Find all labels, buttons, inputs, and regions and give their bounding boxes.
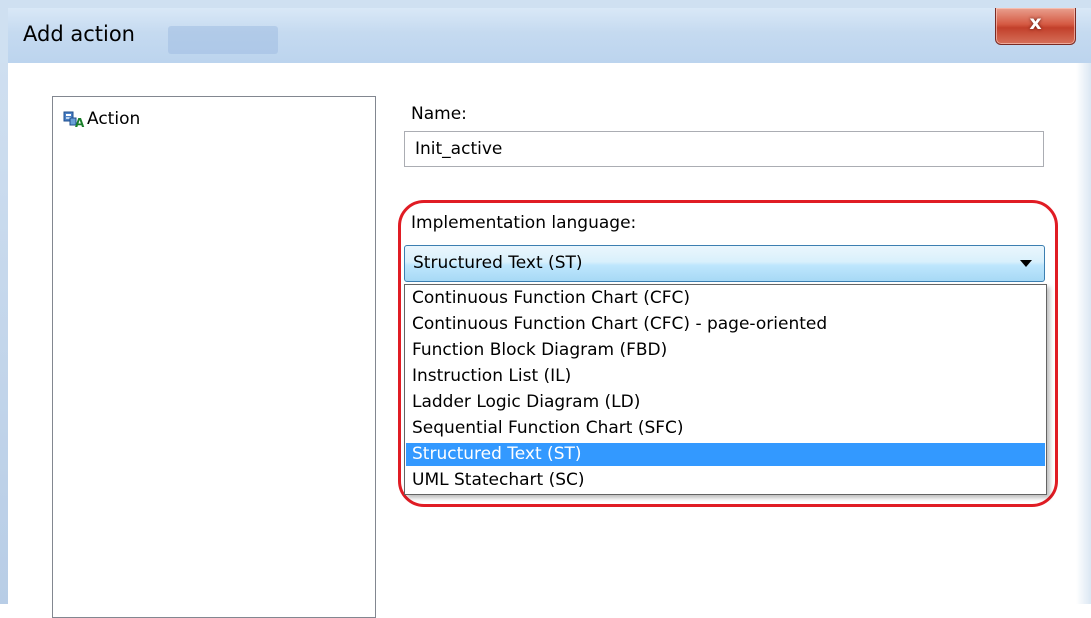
option-uml-sc[interactable]: UML Statechart (SC) <box>406 469 1045 492</box>
title-glow <box>168 26 278 54</box>
option-cfc[interactable]: Continuous Function Chart (CFC) <box>406 287 1045 310</box>
action-icon: A <box>63 111 85 129</box>
window-border <box>0 63 8 604</box>
option-st[interactable]: Structured Text (ST) <box>406 443 1045 466</box>
window-title: Add action <box>23 22 135 46</box>
action-tree[interactable]: A Action <box>52 96 376 618</box>
name-label: Name: <box>411 104 467 124</box>
language-dropdown-list: Continuous Function Chart (CFC) Continuo… <box>404 284 1047 495</box>
option-il[interactable]: Instruction List (IL) <box>406 365 1045 388</box>
window-edge <box>1076 63 1091 604</box>
option-ld[interactable]: Ladder Logic Diagram (LD) <box>406 391 1045 414</box>
svg-text:A: A <box>75 116 85 129</box>
selected-language: Structured Text (ST) <box>413 253 583 273</box>
close-icon: x <box>1029 12 1042 34</box>
option-sfc[interactable]: Sequential Function Chart (SFC) <box>406 417 1045 440</box>
implementation-language-select[interactable]: Structured Text (ST) <box>404 245 1045 282</box>
close-button[interactable]: x <box>995 8 1076 45</box>
dropdown-arrow-icon[interactable] <box>1020 260 1032 267</box>
title-bar: Add action x <box>8 8 1091 63</box>
implementation-language-label: Implementation language: <box>411 213 637 233</box>
option-cfc-page-oriented[interactable]: Continuous Function Chart (CFC) - page-o… <box>406 313 1045 336</box>
name-input[interactable]: Init_active <box>404 131 1044 167</box>
tree-item-action[interactable]: A Action <box>63 107 140 131</box>
tree-item-label: Action <box>87 109 141 129</box>
option-fbd[interactable]: Function Block Diagram (FBD) <box>406 339 1045 362</box>
